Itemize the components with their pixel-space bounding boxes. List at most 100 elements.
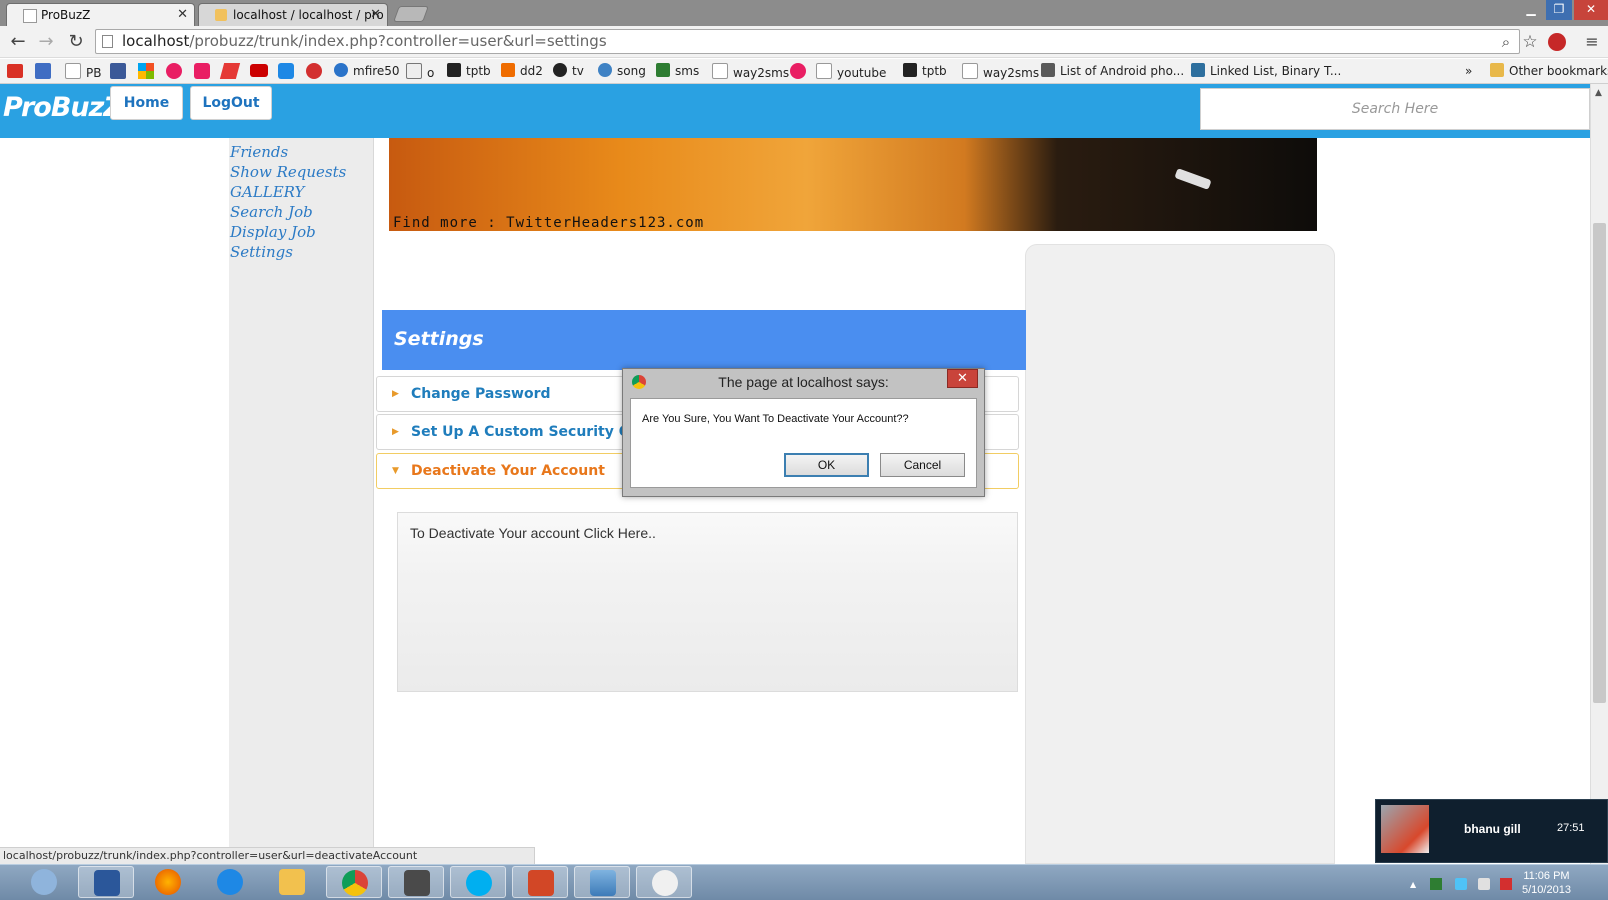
taskbar-clock[interactable]: 11:06 PM 5/10/2013 [1522,869,1571,897]
sidebar-link-search-job[interactable]: Search Job [230,203,313,221]
folder-icon [279,869,305,895]
search-input[interactable]: Search Here [1200,88,1590,130]
taskbar-firefox[interactable] [140,866,196,898]
zoom-icon[interactable]: ⌕ [1494,30,1518,54]
bookmark-youtube[interactable]: youtube [816,63,886,80]
logout-button[interactable]: LogOut [190,86,272,120]
bookmark-o[interactable]: o [406,63,434,80]
bookmark-mfire50[interactable]: mfire50 [334,63,400,80]
close-tab-icon[interactable]: ✕ [370,4,381,26]
flickr-icon[interactable] [790,63,806,79]
sublime-icon [404,870,430,896]
soccer-ball-icon [553,63,567,77]
windows-icon[interactable] [138,63,154,79]
clock-time: 11:06 PM [1523,870,1570,882]
sidebar-link-gallery[interactable]: GALLERY [230,183,304,201]
back-icon[interactable]: ← [6,30,30,54]
tray-expand-icon[interactable]: ▲ [1410,880,1416,889]
dialog-close-icon[interactable]: ✕ [947,369,978,388]
flickr-icon[interactable] [166,63,182,79]
bookmark-tv[interactable]: tv [553,63,584,80]
youtube-icon[interactable] [250,64,268,77]
scroll-up-icon[interactable]: ▲ [1595,88,1602,98]
blogger-icon [501,63,515,77]
settings-title: Settings [382,310,1026,370]
home-button[interactable]: Home [110,86,183,120]
status-url-bubble: localhost/probuzz/trunk/index.php?contro… [0,847,535,865]
tab-probuzz[interactable]: ProBuzZ ✕ [6,3,195,26]
tab-phpmyadmin[interactable]: localhost / localhost / pro ✕ [198,3,388,26]
tray-dropbox-icon[interactable] [1455,878,1467,890]
menu-icon[interactable]: ≡ [1580,30,1604,54]
address-bar[interactable]: localhost/probuzz/trunk/index.php?contro… [95,29,1520,54]
sms-icon [656,63,670,77]
tray-monitor-icon[interactable] [1430,878,1442,890]
cancel-button[interactable]: Cancel [880,453,965,477]
sidebar-link-show-requests[interactable]: Show Requests [230,163,346,181]
mediafire-icon [334,63,348,77]
bookmark-song[interactable]: song [598,63,646,80]
adblock-icon[interactable] [1548,33,1566,51]
sidebar-link-display-job[interactable]: Display Job [230,223,316,241]
scrollbar-thumb[interactable] [1593,223,1606,703]
bookmark-way2sms[interactable]: way2sms [712,63,789,80]
gmail-icon[interactable] [7,64,23,78]
google-plus-icon[interactable] [35,63,51,79]
chevron-down-icon: ▼ [392,466,399,476]
tptb-icon [903,63,917,77]
taskbar-powerpoint[interactable] [512,866,568,898]
new-tab-button[interactable] [393,6,429,22]
tab-title: localhost / localhost / pro [233,8,384,22]
chrome-icon [342,870,368,896]
bookmark-android-phones[interactable]: List of Android pho... [1041,63,1184,80]
reload-icon[interactable]: ↻ [64,30,88,54]
taskbar-explorer[interactable] [264,866,320,898]
bookmark-tptb-2[interactable]: tptb [903,63,947,80]
address-path: /probuzz/trunk/index.php?controller=user… [189,32,607,50]
facebook-icon[interactable] [110,63,126,79]
sidebar-link-friends[interactable]: Friends [230,143,288,161]
taskbar-photo-viewer[interactable] [574,866,630,898]
taskbar-sublime[interactable] [388,866,444,898]
bookmark-dd2[interactable]: dd2 [501,63,543,80]
taskbar-word[interactable] [78,866,134,898]
taskbar-skype[interactable] [450,866,506,898]
restore-icon[interactable]: ❐ [1546,0,1572,20]
tab-title: ProBuzZ [41,8,91,22]
bookmark-star-icon[interactable]: ☆ [1518,30,1542,54]
paint-icon [652,870,678,896]
magnifier-icon [31,869,57,895]
other-bookmarks[interactable]: Other bookmarks [1490,63,1608,80]
taskbar-chrome[interactable] [326,866,382,898]
clock-date: 5/10/2013 [1522,884,1571,896]
sidebar-link-settings[interactable]: Settings [230,243,293,261]
bookmark-sms[interactable]: sms [656,63,699,80]
tray-flag-icon[interactable] [1500,878,1512,890]
right-panel [1025,244,1335,864]
tray-volume-icon[interactable] [1478,878,1490,890]
bookmark-pb[interactable]: PB [65,63,101,80]
deactivate-link[interactable]: To Deactivate Your account Click Here.. [410,525,656,541]
wiki-icon [1041,63,1055,77]
site-icon [1191,63,1205,77]
close-window-icon[interactable]: ✕ [1574,0,1608,20]
firefox-icon [155,869,181,895]
circle-icon[interactable] [278,63,294,79]
bookmark-tptb[interactable]: tptb [447,63,491,80]
minimize-icon[interactable]: ▁ [1518,0,1544,20]
close-tab-icon[interactable]: ✕ [177,4,188,26]
avatar [1381,805,1429,853]
taskbar-search-app[interactable] [16,866,72,898]
bookmarks-overflow-button[interactable]: » [1465,63,1472,80]
page-icon [23,9,37,23]
bookmark-linked-list[interactable]: Linked List, Binary T... [1191,63,1341,80]
instagram-icon[interactable] [194,63,210,79]
taskbar-ie[interactable] [202,866,258,898]
forward-icon[interactable]: → [34,30,58,54]
taskbar-paint[interactable] [636,866,692,898]
ok-button[interactable]: OK [784,453,869,477]
bookmark-way2sms-2[interactable]: way2sms [962,63,1039,80]
caller-name: bhanu gill [1464,822,1521,836]
linkedin-icon[interactable] [306,63,322,79]
site-logo[interactable]: ProBuzZ [3,92,123,123]
